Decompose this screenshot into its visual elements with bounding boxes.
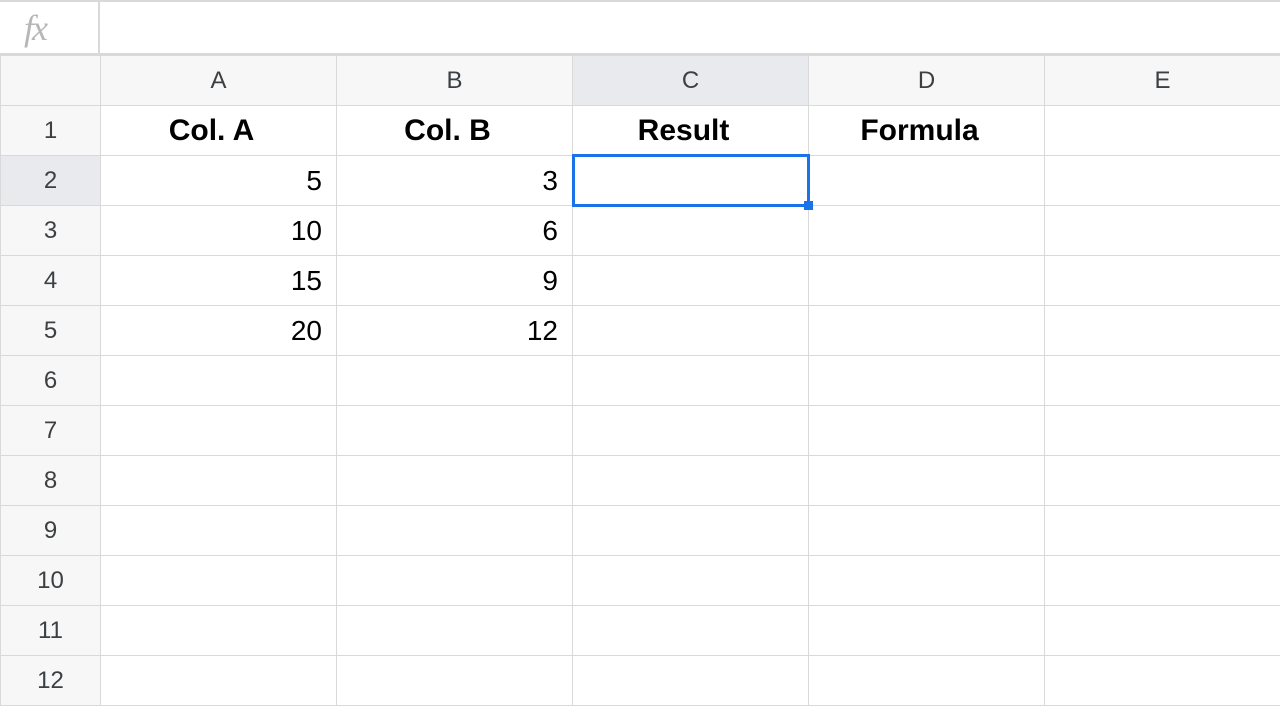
spreadsheet-grid: A B C D E 1 Col. A Col. B Result Formula… bbox=[0, 55, 1280, 706]
cell-E6[interactable] bbox=[1045, 356, 1280, 406]
cell-C3[interactable] bbox=[573, 206, 809, 256]
cell-C1[interactable]: Result bbox=[573, 106, 809, 156]
cell-C6[interactable] bbox=[573, 356, 809, 406]
row-header-11[interactable]: 11 bbox=[1, 606, 101, 656]
column-header-B[interactable]: B bbox=[337, 56, 573, 106]
cell-D5[interactable] bbox=[809, 306, 1045, 356]
cell-E3[interactable] bbox=[1045, 206, 1280, 256]
cell-E8[interactable] bbox=[1045, 456, 1280, 506]
formula-input[interactable] bbox=[100, 2, 1280, 53]
cell-C8[interactable] bbox=[573, 456, 809, 506]
cell-C4[interactable] bbox=[573, 256, 809, 306]
row-header-12[interactable]: 12 bbox=[1, 656, 101, 706]
cell-A5[interactable]: 20 bbox=[101, 306, 337, 356]
cell-D11[interactable] bbox=[809, 606, 1045, 656]
grid-table: A B C D E 1 Col. A Col. B Result Formula… bbox=[0, 55, 1280, 706]
cell-D12[interactable] bbox=[809, 656, 1045, 706]
row-header-9[interactable]: 9 bbox=[1, 506, 101, 556]
cell-C11[interactable] bbox=[573, 606, 809, 656]
cell-B10[interactable] bbox=[337, 556, 573, 606]
cell-E1[interactable] bbox=[1045, 106, 1280, 156]
row-header-10[interactable]: 10 bbox=[1, 556, 101, 606]
cell-B1[interactable]: Col. B bbox=[337, 106, 573, 156]
cell-C7[interactable] bbox=[573, 406, 809, 456]
cell-C2[interactable] bbox=[573, 156, 809, 206]
cell-E10[interactable] bbox=[1045, 556, 1280, 606]
cell-D9[interactable] bbox=[809, 506, 1045, 556]
cell-E7[interactable] bbox=[1045, 406, 1280, 456]
cell-D10[interactable] bbox=[809, 556, 1045, 606]
cell-A11[interactable] bbox=[101, 606, 337, 656]
cell-B7[interactable] bbox=[337, 406, 573, 456]
row-header-8[interactable]: 8 bbox=[1, 456, 101, 506]
cell-A10[interactable] bbox=[101, 556, 337, 606]
fill-handle[interactable] bbox=[804, 201, 813, 210]
cell-D6[interactable] bbox=[809, 356, 1045, 406]
cell-B11[interactable] bbox=[337, 606, 573, 656]
row-header-7[interactable]: 7 bbox=[1, 406, 101, 456]
cell-B6[interactable] bbox=[337, 356, 573, 406]
column-header-E[interactable]: E bbox=[1045, 56, 1280, 106]
cell-E5[interactable] bbox=[1045, 306, 1280, 356]
row-header-3[interactable]: 3 bbox=[1, 206, 101, 256]
cell-A2[interactable]: 5 bbox=[101, 156, 337, 206]
column-header-A[interactable]: A bbox=[101, 56, 337, 106]
formula-bar: fx bbox=[0, 0, 1280, 55]
cell-A3[interactable]: 10 bbox=[101, 206, 337, 256]
row-header-1[interactable]: 1 bbox=[1, 106, 101, 156]
cell-A1[interactable]: Col. A bbox=[101, 106, 337, 156]
cell-E12[interactable] bbox=[1045, 656, 1280, 706]
cell-A4[interactable]: 15 bbox=[101, 256, 337, 306]
cell-A12[interactable] bbox=[101, 656, 337, 706]
select-all-corner[interactable] bbox=[1, 56, 101, 106]
column-header-D[interactable]: D bbox=[809, 56, 1045, 106]
cell-E4[interactable] bbox=[1045, 256, 1280, 306]
cell-E2[interactable] bbox=[1045, 156, 1280, 206]
cell-D1[interactable]: Formula bbox=[809, 106, 1045, 156]
cell-B9[interactable] bbox=[337, 506, 573, 556]
cell-B3[interactable]: 6 bbox=[337, 206, 573, 256]
row-header-4[interactable]: 4 bbox=[1, 256, 101, 306]
cell-D8[interactable] bbox=[809, 456, 1045, 506]
column-header-C[interactable]: C bbox=[573, 56, 809, 106]
cell-C10[interactable] bbox=[573, 556, 809, 606]
cell-E11[interactable] bbox=[1045, 606, 1280, 656]
cell-D4[interactable] bbox=[809, 256, 1045, 306]
cell-A6[interactable] bbox=[101, 356, 337, 406]
cell-B5[interactable]: 12 bbox=[337, 306, 573, 356]
cell-C9[interactable] bbox=[573, 506, 809, 556]
cell-C12[interactable] bbox=[573, 656, 809, 706]
row-header-2[interactable]: 2 bbox=[1, 156, 101, 206]
row-header-6[interactable]: 6 bbox=[1, 356, 101, 406]
cell-A8[interactable] bbox=[101, 456, 337, 506]
cell-D2[interactable] bbox=[809, 156, 1045, 206]
selection-border bbox=[572, 154, 810, 207]
row-header-5[interactable]: 5 bbox=[1, 306, 101, 356]
fx-icon: fx bbox=[0, 2, 100, 53]
cell-A7[interactable] bbox=[101, 406, 337, 456]
cell-E9[interactable] bbox=[1045, 506, 1280, 556]
cell-C5[interactable] bbox=[573, 306, 809, 356]
cell-B12[interactable] bbox=[337, 656, 573, 706]
cell-D3[interactable] bbox=[809, 206, 1045, 256]
cell-B2[interactable]: 3 bbox=[337, 156, 573, 206]
cell-B4[interactable]: 9 bbox=[337, 256, 573, 306]
cell-A9[interactable] bbox=[101, 506, 337, 556]
cell-B8[interactable] bbox=[337, 456, 573, 506]
cell-D7[interactable] bbox=[809, 406, 1045, 456]
